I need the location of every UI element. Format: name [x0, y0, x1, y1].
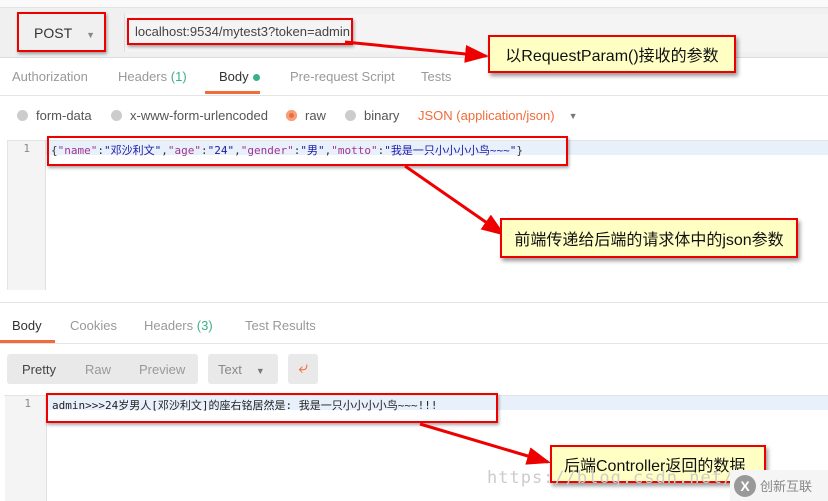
arrow-2: [404, 164, 506, 236]
annotation-request-param: 以RequestParam()接收的参数: [488, 35, 736, 73]
arrow-1: [344, 40, 489, 63]
watermark-logo: X 创新互联: [730, 470, 828, 501]
logo-text: 创新互联: [760, 479, 813, 494]
logo-icon: X: [734, 474, 756, 497]
watermark-url: https://blog.csdn.net/ju: [487, 468, 757, 488]
arrow-3: [419, 422, 551, 465]
annotation-json-body: 前端传递给后端的请求体中的json参数: [500, 218, 798, 258]
